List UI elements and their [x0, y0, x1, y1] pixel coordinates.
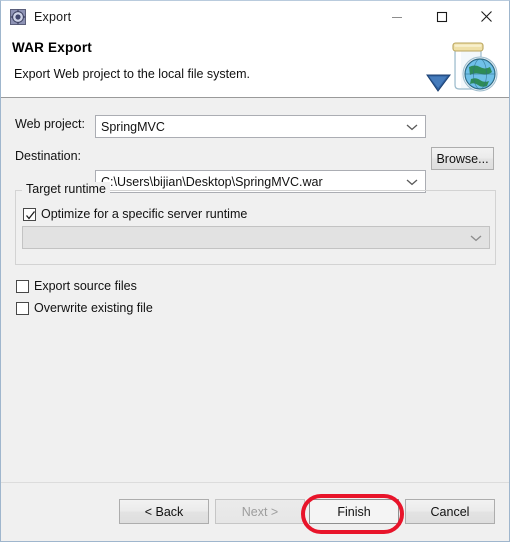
- browse-button-label: Browse...: [436, 151, 489, 166]
- browse-button[interactable]: Browse...: [431, 147, 494, 170]
- page-title: WAR Export: [12, 40, 93, 55]
- export-source-files-checkbox[interactable]: [16, 279, 29, 293]
- finish-button[interactable]: Finish: [309, 499, 399, 524]
- web-project-label: Web project:: [15, 117, 85, 131]
- cancel-button-label: Cancel: [430, 504, 470, 519]
- maximize-icon[interactable]: [419, 1, 464, 32]
- cancel-button[interactable]: Cancel: [405, 499, 495, 524]
- overwrite-existing-file-checkbox[interactable]: [16, 301, 29, 315]
- minimize-icon[interactable]: [374, 1, 419, 32]
- wizard-footer: < Back Next > Finish Cancel: [1, 482, 509, 541]
- chevron-down-icon: [470, 231, 482, 245]
- war-jar-globe-icon: [423, 35, 501, 97]
- wizard-header: WAR Export Export Web project to the loc…: [1, 32, 509, 98]
- optimize-runtime-checkbox[interactable]: [23, 207, 36, 221]
- export-source-files-row[interactable]: Export source files: [16, 279, 137, 293]
- next-button-label: Next >: [241, 504, 279, 519]
- export-wizard-window: Export WAR Export Export Web project to …: [0, 0, 510, 542]
- web-project-row: Web project:: [15, 117, 85, 131]
- target-runtime-legend: Target runtime: [22, 182, 110, 196]
- overwrite-existing-file-label: Overwrite existing file: [34, 301, 153, 315]
- window-controls: [374, 1, 509, 32]
- wizard-body: Web project: SpringMVC Destination: C:\U…: [1, 98, 509, 482]
- overwrite-existing-file-row[interactable]: Overwrite existing file: [16, 301, 153, 315]
- close-icon[interactable]: [464, 1, 509, 32]
- title-bar: Export: [1, 1, 509, 32]
- export-wizard-icon: [10, 8, 26, 25]
- web-project-combo[interactable]: SpringMVC: [95, 115, 426, 138]
- footer-separator: [1, 482, 509, 483]
- chevron-down-icon: [406, 175, 418, 189]
- export-source-files-label: Export source files: [34, 279, 137, 293]
- back-button-label: < Back: [144, 504, 184, 519]
- optimize-runtime-label: Optimize for a specific server runtime: [41, 207, 248, 221]
- next-button: Next >: [215, 499, 305, 524]
- runtime-select: [22, 226, 490, 249]
- finish-button-label: Finish: [337, 504, 371, 519]
- destination-value: C:\Users\bijian\Desktop\SpringMVC.war: [101, 174, 323, 189]
- window-title: Export: [34, 9, 72, 24]
- back-button[interactable]: < Back: [119, 499, 209, 524]
- target-runtime-group: Target runtime Optimize for a specific s…: [15, 182, 496, 265]
- destination-label: Destination:: [15, 149, 82, 163]
- page-description: Export Web project to the local file sys…: [14, 67, 250, 81]
- destination-row: Destination:: [15, 149, 81, 163]
- chevron-down-icon: [406, 120, 418, 134]
- optimize-runtime-checkbox-row[interactable]: Optimize for a specific server runtime: [23, 207, 247, 221]
- web-project-value: SpringMVC: [101, 119, 165, 134]
